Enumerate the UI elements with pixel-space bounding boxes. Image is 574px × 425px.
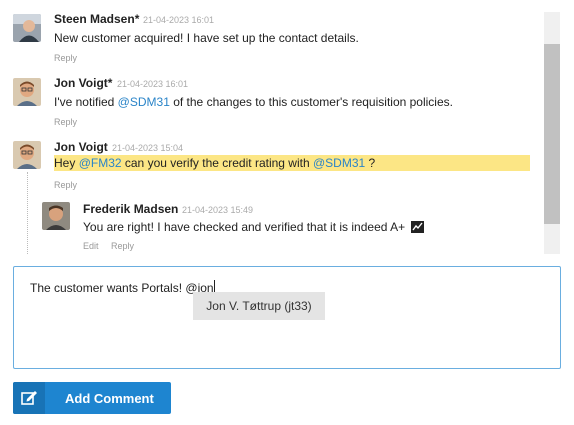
comment-text: You are right! I have checked and verifi… [83, 220, 425, 236]
comment-text-part: You are right! I have checked and verifi… [83, 220, 406, 234]
scrollbar-thumb[interactable] [544, 44, 560, 224]
comment-text: New customer acquired! I have set up the… [54, 31, 359, 45]
comment-text-part: I've notified [54, 95, 118, 109]
reply-link[interactable]: Reply [111, 241, 134, 251]
comment-text: Hey @FM32 can you verify the credit rati… [54, 156, 375, 170]
add-comment-label: Add Comment [65, 391, 154, 406]
comment-text-part: Hey [54, 156, 79, 170]
reply-link[interactable]: Reply [54, 180, 77, 190]
avatar [13, 14, 41, 42]
comment-author: Frederik Madsen [83, 202, 179, 216]
add-comment-button[interactable]: Add Comment [13, 382, 171, 414]
thread-line [27, 172, 28, 254]
edit-icon [13, 382, 45, 414]
mention-link[interactable]: @SDM31 [313, 156, 365, 170]
comment-text-part: ? [365, 156, 376, 170]
comment-author: Jon Voigt* [54, 76, 113, 90]
mention-suggestion[interactable]: Jon V. Tøttrup (jt33) [193, 292, 325, 320]
comment-timestamp: 21-04-2023 16:01 [143, 15, 215, 25]
comment-text-part: of the changes to this customer's requis… [169, 95, 453, 109]
avatar [13, 141, 41, 169]
comment-author: Steen Madsen* [54, 12, 140, 26]
comment-input-value: The customer wants Portals! @jon [30, 281, 214, 295]
comment-text-part: can you verify the credit rating with [121, 156, 313, 170]
avatar [42, 202, 70, 230]
comment-timestamp: 21-04-2023 15:49 [182, 205, 254, 215]
comment-timestamp: 21-04-2023 15:04 [112, 143, 184, 153]
scrollbar[interactable] [544, 12, 560, 254]
comment-input-value-wrap: The customer wants Portals! @jon [30, 280, 215, 295]
comment-text: I've notified @SDM31 of the changes to t… [54, 95, 453, 109]
chart-icon [411, 221, 425, 236]
mention-link[interactable]: @FM32 [79, 156, 122, 170]
reply-link[interactable]: Reply [54, 117, 77, 127]
comment-timestamp: 21-04-2023 16:01 [117, 79, 189, 89]
comment-author: Jon Voigt [54, 140, 108, 154]
edit-link[interactable]: Edit [83, 241, 99, 251]
avatar [13, 78, 41, 106]
reply-link[interactable]: Reply [54, 53, 77, 63]
mention-link[interactable]: @SDM31 [118, 95, 170, 109]
comment-feed: Steen Madsen* 21-04-2023 16:01 New custo… [0, 0, 544, 254]
